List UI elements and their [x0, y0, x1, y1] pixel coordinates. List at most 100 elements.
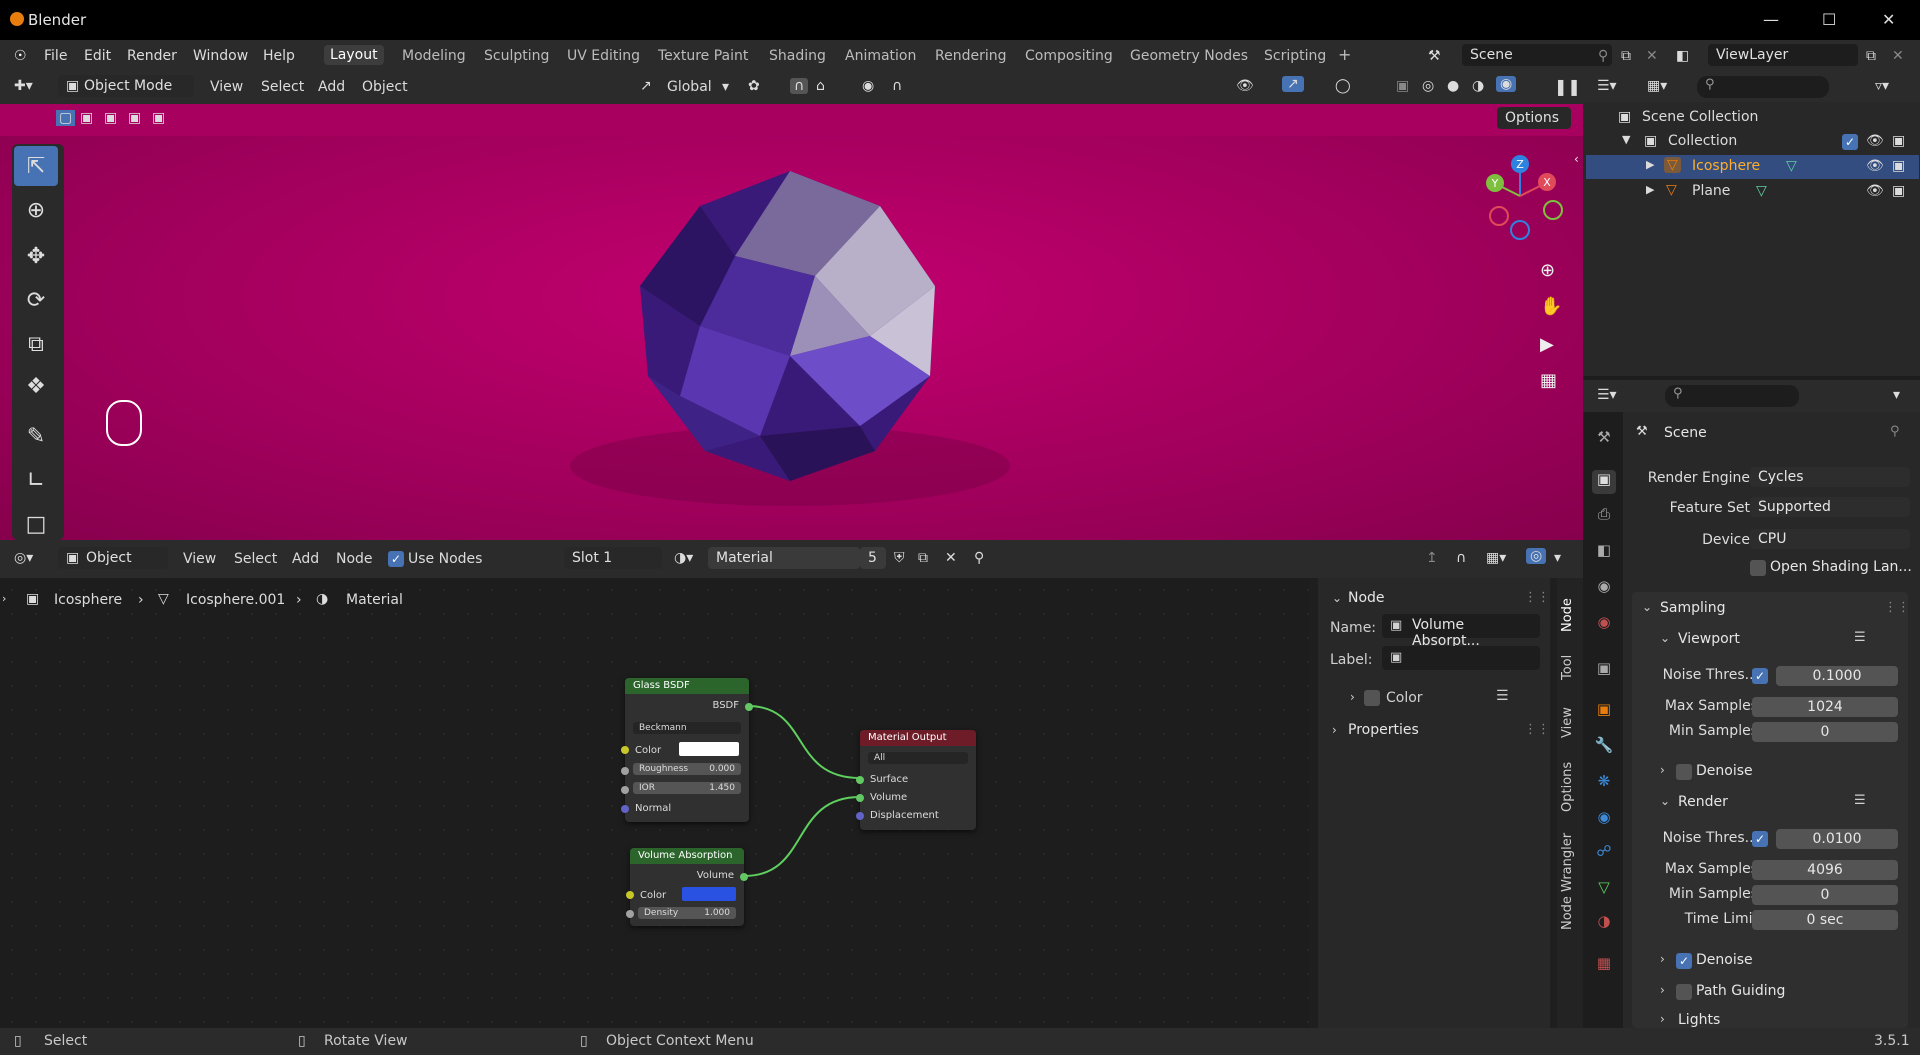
display-mode-icon[interactable]: ▦▾: [1647, 78, 1667, 94]
node-overlay-icon[interactable]: ◎: [1526, 548, 1547, 564]
orientation-dropdown[interactable]: Global: [667, 79, 712, 95]
outliner-row-collection[interactable]: ▼ ▣ Collection ✓ 👁 ▣: [1586, 130, 1919, 154]
r-noise-checkbox[interactable]: ✓: [1752, 831, 1768, 847]
drag-handle-icon[interactable]: ⋮⋮: [1884, 600, 1910, 615]
node-menu-select[interactable]: Select: [234, 551, 277, 567]
scale-icon[interactable]: ⧉: [14, 324, 58, 364]
drag-handle-icon[interactable]: ⋮⋮: [1524, 722, 1550, 737]
scene-tab-icon[interactable]: ◉: [1592, 577, 1616, 601]
menu-window[interactable]: Window: [193, 48, 248, 64]
r-denoise-label[interactable]: Denoise: [1696, 952, 1753, 968]
material-tab-icon[interactable]: ◑: [1592, 912, 1616, 936]
perspective-grid-icon[interactable]: ▦: [1540, 370, 1557, 391]
exclude-checkbox[interactable]: ✓: [1842, 134, 1858, 150]
use-nodes-checkbox[interactable]: ✓: [388, 551, 404, 567]
material-users-count[interactable]: 5: [860, 547, 886, 569]
volume-absorption-node[interactable]: Volume Absorption Volume Color Density 1.…: [626, 848, 748, 926]
tab-geometry-nodes[interactable]: Geometry Nodes: [1130, 48, 1248, 64]
duplicate-material-icon[interactable]: ⧉: [918, 550, 928, 566]
menu-edit[interactable]: Edit: [84, 48, 111, 64]
collapse-icon[interactable]: ⌄: [1332, 591, 1342, 605]
color-socket[interactable]: [621, 746, 629, 754]
vp-denoise-checkbox[interactable]: [1676, 764, 1692, 780]
eye-icon[interactable]: 👁: [1866, 133, 1884, 149]
properties-editor-type-icon[interactable]: ☰▾: [1597, 387, 1617, 403]
particles-tab-icon[interactable]: ❋: [1592, 772, 1616, 796]
menu-file[interactable]: File: [44, 48, 67, 64]
camera-render-icon[interactable]: ▣: [1892, 158, 1905, 174]
snap-grid-icon[interactable]: ▦▾: [1486, 550, 1506, 566]
node-menu-view[interactable]: View: [183, 551, 216, 567]
viewport-menu-object[interactable]: Object: [362, 79, 408, 95]
menu-render[interactable]: Render: [127, 48, 177, 64]
density-socket[interactable]: [626, 910, 634, 918]
pivot-icon[interactable]: ✿: [748, 78, 760, 94]
camera-view-icon[interactable]: ▶: [1540, 334, 1554, 355]
lights-label[interactable]: Lights: [1678, 1012, 1720, 1028]
material-output-node[interactable]: Material Output All Surface Volume Displ…: [856, 730, 976, 830]
material-browse-icon[interactable]: ◑▾: [674, 550, 693, 566]
delete-scene-icon[interactable]: ✕: [1646, 48, 1658, 64]
view-layer-field[interactable]: ViewLayer: [1708, 44, 1858, 66]
r-max-field[interactable]: 4096: [1752, 860, 1898, 880]
tab-shading[interactable]: Shading: [769, 48, 826, 64]
menu-help[interactable]: Help: [263, 48, 295, 64]
eye-icon[interactable]: 👁: [1866, 158, 1884, 174]
outliner-row-icosphere[interactable]: ▶ ▽ Icosphere ▽ 👁 ▣: [1586, 155, 1919, 179]
material-shading-icon[interactable]: ◑: [1472, 78, 1484, 94]
node-overlay-chevron-icon[interactable]: ▾: [1554, 550, 1561, 566]
minimize-icon[interactable]: —: [1763, 10, 1779, 29]
render-tab-icon[interactable]: ▣: [1592, 470, 1616, 494]
view-layer-icon[interactable]: ◧: [1676, 48, 1689, 64]
viewport-menu-add[interactable]: Add: [318, 79, 345, 95]
slot-dropdown[interactable]: Slot 1: [564, 547, 662, 569]
outliner-editor-type-icon[interactable]: ☰▾: [1597, 78, 1617, 94]
new-view-layer-icon[interactable]: ⧉: [1866, 48, 1876, 64]
color-checkbox[interactable]: [1364, 690, 1380, 706]
select-extend-icon[interactable]: ▣: [80, 110, 93, 126]
tab-texture-paint[interactable]: Texture Paint: [658, 48, 748, 64]
proportional-edit-icon[interactable]: ◉: [862, 78, 874, 94]
preset-list-icon[interactable]: ☰: [1854, 630, 1866, 645]
falloff-icon[interactable]: ∩: [892, 78, 902, 94]
measure-icon[interactable]: ∟: [14, 460, 58, 500]
viewport-menu-view[interactable]: View: [210, 79, 243, 95]
tab-compositing[interactable]: Compositing: [1025, 48, 1113, 64]
roughness-field[interactable]: Roughness 0.000: [633, 763, 741, 775]
constraints-tab-icon[interactable]: ☍: [1592, 842, 1616, 866]
tab-rendering[interactable]: Rendering: [935, 48, 1007, 64]
editor-type-icon[interactable]: ✚▾: [14, 78, 33, 94]
camera-render-icon[interactable]: ▣: [1892, 133, 1905, 149]
scene-field[interactable]: Scene: [1462, 44, 1612, 66]
filter-icon[interactable]: ▿▾: [1875, 78, 1889, 94]
gizmo-toggle-icon[interactable]: ↗: [1282, 76, 1304, 92]
select-new-icon[interactable]: ▢: [56, 110, 76, 126]
select-intersect-icon[interactable]: ▣: [152, 110, 165, 126]
physics-tab-icon[interactable]: ◉: [1592, 808, 1616, 832]
glass-color-swatch[interactable]: [679, 742, 739, 756]
expand-icon[interactable]: ›: [1332, 723, 1337, 737]
add-cube-icon[interactable]: □: [14, 504, 58, 544]
view-layer-tab-icon[interactable]: ◧: [1592, 541, 1616, 565]
scene-icon[interactable]: ⚒: [1428, 48, 1441, 64]
r-noise-field[interactable]: 0.0100: [1776, 829, 1898, 849]
tab-layout[interactable]: Layout: [324, 45, 384, 65]
expand-icon[interactable]: ›: [1350, 690, 1355, 704]
viewport-subheader[interactable]: Viewport: [1678, 631, 1740, 647]
tab-animation[interactable]: Animation: [845, 48, 916, 64]
drag-handle-icon[interactable]: ⋮⋮: [1524, 590, 1550, 605]
eye-icon[interactable]: 👁: [1866, 183, 1884, 199]
outliner-search-input[interactable]: ⚲: [1697, 76, 1829, 98]
collapse-icon[interactable]: ⌄: [1660, 794, 1670, 808]
mesh-data-icon[interactable]: ▽: [1786, 158, 1797, 174]
node-section-header[interactable]: Node: [1348, 590, 1385, 606]
select-box-icon[interactable]: ⇱: [14, 146, 58, 186]
node-menu-node[interactable]: Node: [336, 551, 373, 567]
vp-min-field[interactable]: 0: [1752, 722, 1898, 742]
select-invert-icon[interactable]: ▣: [128, 110, 141, 126]
r-denoise-checkbox[interactable]: ✓: [1676, 953, 1692, 969]
sidebar-toggle-icon[interactable]: ‹: [1574, 152, 1579, 166]
move-icon[interactable]: ✥: [14, 236, 58, 276]
roughness-socket[interactable]: [621, 767, 629, 775]
options-dropdown[interactable]: Options: [1497, 107, 1571, 129]
